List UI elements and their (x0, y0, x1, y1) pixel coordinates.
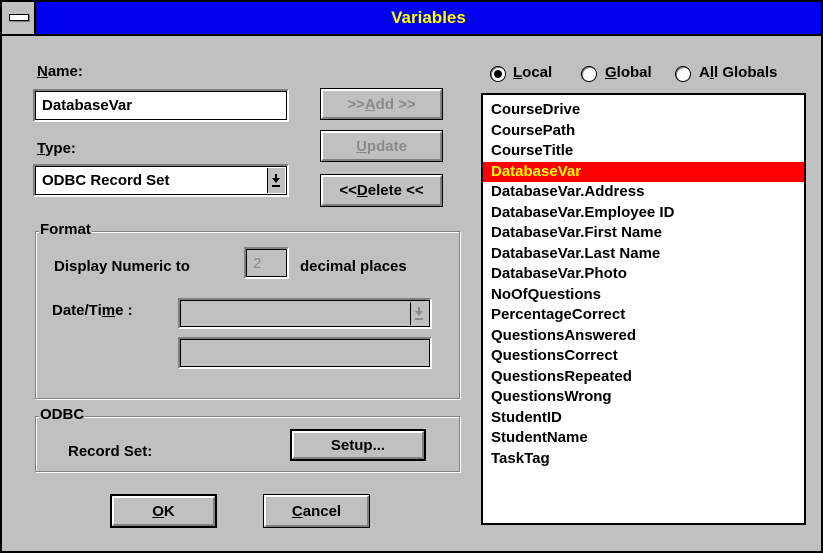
add-button-label: >> Add >> (321, 89, 442, 119)
list-item-selected[interactable]: DatabaseVar (483, 161, 804, 182)
ok-button-label: OK (112, 496, 215, 526)
list-item[interactable]: TaskTag (483, 449, 804, 470)
record-set-label: Record Set: (68, 443, 153, 460)
list-item[interactable]: DatabaseVar.Last Name (483, 244, 804, 265)
list-item[interactable]: NoOfQuestions (483, 285, 804, 306)
type-select[interactable]: ODBC Record Set (33, 164, 289, 197)
datetime-dropdown-button[interactable] (410, 302, 428, 325)
update-button-label: Update (321, 131, 442, 161)
name-field[interactable]: DatabaseVar (33, 89, 289, 122)
list-item[interactable]: QuestionsRepeated (483, 367, 804, 388)
list-item[interactable]: CoursePath (483, 121, 804, 142)
type-select-value: ODBC Record Set (35, 166, 287, 195)
format-group-label: Format (39, 221, 92, 238)
decimal-places-value: 2 (246, 249, 287, 277)
decimal-places-label: decimal places (300, 258, 407, 275)
type-label: Type: (37, 140, 76, 157)
list-item[interactable]: QuestionsCorrect (483, 346, 804, 367)
update-button[interactable]: Update (320, 130, 443, 162)
setup-button[interactable]: Setup... (290, 429, 426, 461)
variables-dialog: Variables Name: DatabaseVar Type: ODBC R… (0, 0, 823, 553)
list-item[interactable]: StudentName (483, 428, 804, 449)
global-radio[interactable] (581, 66, 597, 82)
list-item[interactable]: DatabaseVar.First Name (483, 223, 804, 244)
chevron-down-icon (415, 307, 423, 320)
add-button[interactable]: >> Add >> (320, 88, 443, 120)
list-item[interactable]: QuestionsAnswered (483, 326, 804, 347)
list-item[interactable]: DatabaseVar.Photo (483, 264, 804, 285)
display-numeric-label: Display Numeric to (54, 258, 190, 275)
all-globals-radio-label[interactable]: All Globals (699, 64, 777, 81)
list-item[interactable]: QuestionsWrong (483, 387, 804, 408)
title-bar: Variables (2, 2, 821, 36)
chevron-down-icon (272, 174, 280, 187)
variables-list[interactable]: CourseDrive CoursePath CourseTitle Datab… (481, 93, 806, 525)
list-item[interactable]: StudentID (483, 408, 804, 429)
datetime-select[interactable] (178, 298, 432, 329)
global-radio-label[interactable]: Global (605, 64, 652, 81)
ok-button[interactable]: OK (110, 494, 217, 528)
name-field-value: DatabaseVar (35, 91, 287, 120)
all-globals-radio[interactable] (675, 66, 691, 82)
list-item[interactable]: CourseTitle (483, 141, 804, 162)
variables-list-items: CourseDrive CoursePath CourseTitle Datab… (483, 95, 804, 469)
system-menu-icon (9, 14, 29, 21)
dropdown-arrow-button[interactable] (267, 168, 285, 193)
list-item[interactable]: PercentageCorrect (483, 305, 804, 326)
list-item[interactable]: DatabaseVar.Address (483, 182, 804, 203)
delete-button-label: << Delete << (321, 175, 442, 206)
list-item[interactable]: DatabaseVar.Employee ID (483, 203, 804, 224)
local-radio[interactable] (490, 66, 506, 82)
datetime-label: Date/Time : (52, 302, 133, 319)
setup-button-label: Setup... (292, 431, 424, 459)
window-title: Variables (391, 8, 466, 27)
datetime-select-value (180, 300, 430, 327)
cancel-button[interactable]: Cancel (263, 494, 370, 528)
delete-button[interactable]: << Delete << (320, 174, 443, 207)
datetime-format-value (180, 339, 430, 367)
local-radio-label[interactable]: Local (513, 64, 552, 81)
name-label: Name: (37, 63, 83, 80)
decimal-places-field[interactable]: 2 (244, 247, 289, 279)
odbc-group-label: ODBC (39, 406, 86, 423)
datetime-format-field[interactable] (178, 337, 432, 369)
list-item[interactable]: CourseDrive (483, 100, 804, 121)
radio-selected-dot (494, 70, 502, 78)
system-menu-button[interactable] (2, 2, 36, 34)
cancel-button-label: Cancel (264, 495, 369, 527)
